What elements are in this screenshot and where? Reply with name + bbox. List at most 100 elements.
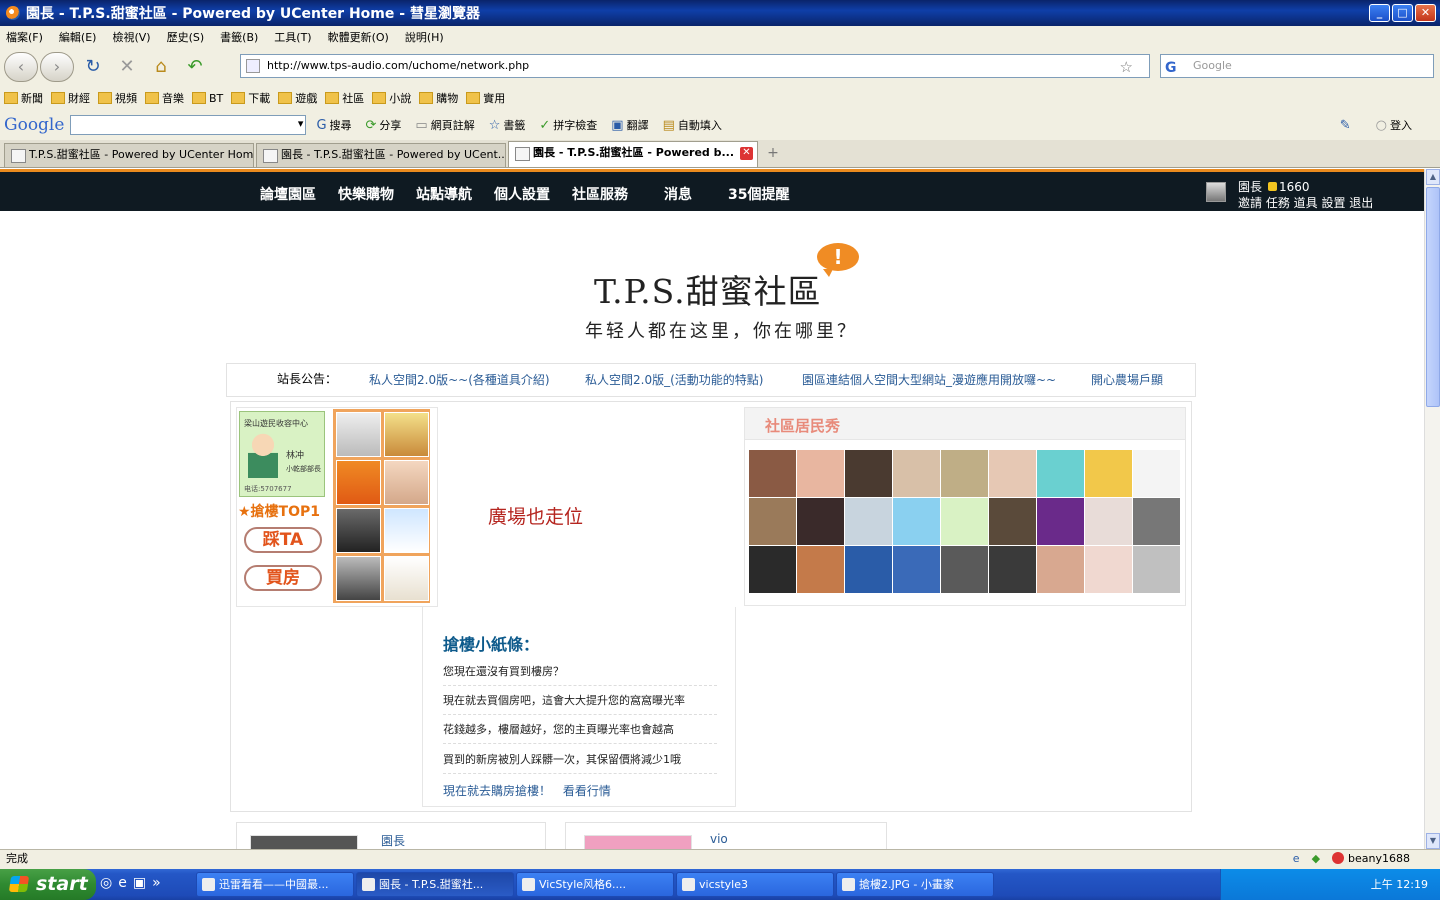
avatar[interactable] <box>1037 546 1084 593</box>
buy-house-button[interactable]: 買房 <box>244 565 322 591</box>
menu-file[interactable]: 檔案(F) <box>6 29 43 45</box>
bookmark-star-icon[interactable]: ☆ <box>1120 56 1133 78</box>
avatar[interactable] <box>584 835 692 849</box>
avatar[interactable] <box>1133 546 1180 593</box>
close-tab-icon[interactable]: ✕ <box>740 147 753 160</box>
chevron-right-icon[interactable]: » <box>152 875 161 891</box>
nav-reminders[interactable]: 35個提醒 <box>728 184 789 204</box>
google-search-button[interactable]: G 搜尋 <box>316 117 351 133</box>
avatar[interactable] <box>1037 450 1084 497</box>
start-button[interactable]: start <box>0 869 96 900</box>
menu-bookmarks[interactable]: 書籤(B) <box>220 29 258 45</box>
avatar[interactable] <box>941 498 988 545</box>
avatar[interactable] <box>749 546 796 593</box>
menu-view[interactable]: 檢視(V) <box>112 29 150 45</box>
avatar[interactable] <box>845 450 892 497</box>
bookmark-item[interactable]: BT <box>192 92 223 105</box>
new-tab-button[interactable]: + <box>760 145 786 167</box>
avatar[interactable] <box>845 546 892 593</box>
avatar[interactable] <box>941 450 988 497</box>
avatar[interactable] <box>1085 450 1132 497</box>
bookmark-item[interactable]: 音樂 <box>145 90 184 106</box>
username[interactable]: 園長 <box>1238 180 1262 194</box>
avatar[interactable] <box>336 508 381 553</box>
avatar[interactable] <box>1085 546 1132 593</box>
taskbar-item[interactable]: 迅雷看看——中國最... <box>196 872 354 897</box>
maximize-button[interactable]: □ <box>1392 4 1413 22</box>
bookmark-item[interactable]: 下載 <box>231 90 270 106</box>
avatar[interactable] <box>797 546 844 593</box>
ie-icon[interactable]: e <box>1293 850 1300 868</box>
quick-launch-icon[interactable]: e <box>118 875 127 891</box>
bookmark-item[interactable]: 購物 <box>419 90 458 106</box>
tag-icon[interactable]: ◆ <box>1312 850 1320 868</box>
avatar[interactable] <box>989 450 1036 497</box>
stop-icon[interactable]: ✕ <box>114 54 140 80</box>
nav-messages[interactable]: 消息 <box>664 184 692 204</box>
bookmark-item[interactable]: 實用 <box>466 90 505 106</box>
avatar[interactable] <box>893 546 940 593</box>
menu-edit[interactable]: 編輯(E) <box>59 29 97 45</box>
back-button[interactable]: ‹ <box>4 52 38 82</box>
menu-tools[interactable]: 工具(T) <box>274 29 311 45</box>
avatar[interactable] <box>845 498 892 545</box>
bookmark-item[interactable]: 社區 <box>325 90 364 106</box>
avatar[interactable] <box>1085 498 1132 545</box>
avatar[interactable] <box>336 556 381 601</box>
close-window-button[interactable]: ✕ <box>1415 4 1436 22</box>
menu-history[interactable]: 歷史(S) <box>167 29 205 45</box>
house-owner-name[interactable]: 園長 <box>381 832 405 849</box>
taskbar-item-active[interactable]: 園長 - T.P.S.甜蜜社... <box>356 872 514 897</box>
nav-forum[interactable]: 論壇園區 <box>260 184 316 204</box>
scroll-up-icon[interactable]: ▲ <box>1426 169 1440 185</box>
avatar[interactable] <box>336 460 381 505</box>
avatar[interactable] <box>893 498 940 545</box>
avatar[interactable] <box>797 450 844 497</box>
avatar[interactable] <box>1206 182 1226 202</box>
reload-icon[interactable]: ↻ <box>80 54 106 80</box>
google-share-button[interactable]: ⟳ 分享 <box>366 117 402 133</box>
nav-site-guide[interactable]: 站點導航 <box>416 184 472 204</box>
avatar[interactable] <box>384 460 429 505</box>
bookmark-item[interactable]: 財經 <box>51 90 90 106</box>
quick-launch-icon[interactable]: ◎ <box>100 875 112 891</box>
google-toolbar-input[interactable] <box>70 115 307 135</box>
avatar[interactable] <box>989 546 1036 593</box>
google-notes-button[interactable]: ▭ 網頁註解 <box>415 117 474 133</box>
status-user[interactable]: beany1688 <box>1332 850 1410 868</box>
announce-link[interactable]: 開心農場戶顯 <box>1091 371 1163 388</box>
bookmark-item[interactable]: 小說 <box>372 90 411 106</box>
announce-link[interactable]: 私人空間2.0版~~(各種道具介紹) <box>369 371 550 388</box>
scroll-down-icon[interactable]: ▼ <box>1426 833 1440 849</box>
taskbar-item[interactable]: VicStyle风格6.... <box>516 872 674 897</box>
search-input[interactable]: G Google <box>1160 54 1434 78</box>
avatar[interactable] <box>749 498 796 545</box>
step-button[interactable]: 踩TA <box>244 527 322 553</box>
announce-link[interactable]: 園區連結個人空間大型網站_漫遊應用開放囉~~ <box>802 371 1056 388</box>
avatar[interactable] <box>1133 450 1180 497</box>
avatar[interactable] <box>336 412 381 457</box>
avatar[interactable] <box>384 508 429 553</box>
address-bar[interactable]: http://www.tps-audio.com/uchome/network.… <box>240 54 1150 78</box>
avatar[interactable] <box>893 450 940 497</box>
forward-button[interactable]: › <box>40 52 74 82</box>
taskbar-item[interactable]: 搶樓2.JPG - 小畫家 <box>836 872 994 897</box>
avatar[interactable] <box>749 450 796 497</box>
bookmark-item[interactable]: 遊戲 <box>278 90 317 106</box>
avatar[interactable] <box>384 412 429 457</box>
home-icon[interactable]: ⌂ <box>148 54 174 80</box>
clock[interactable]: 上午 12:19 <box>1371 878 1428 891</box>
avatar[interactable] <box>941 546 988 593</box>
vertical-scrollbar[interactable]: ▲ ▼ <box>1424 169 1440 849</box>
buy-floor-link[interactable]: 現在就去購房搶樓！ <box>443 784 551 798</box>
site-logo[interactable]: T.P.S.甜蜜社區 <box>594 265 822 313</box>
nav-shopping[interactable]: 快樂購物 <box>338 184 394 204</box>
google-login-button[interactable]: ✎ ○ 登入 <box>1340 117 1412 133</box>
avatar[interactable] <box>1133 498 1180 545</box>
tab-3-active[interactable]: 園長 - T.P.S.甜蜜社區 - Powered b... ✕ <box>508 141 758 167</box>
google-autofill-button[interactable]: ▤ 自動填入 <box>663 117 722 133</box>
nav-personal-settings[interactable]: 個人設置 <box>494 184 550 204</box>
avatar[interactable] <box>797 498 844 545</box>
google-translate-button[interactable]: ▣ 翻譯 <box>611 117 648 133</box>
bookmark-item[interactable]: 視頻 <box>98 90 137 106</box>
